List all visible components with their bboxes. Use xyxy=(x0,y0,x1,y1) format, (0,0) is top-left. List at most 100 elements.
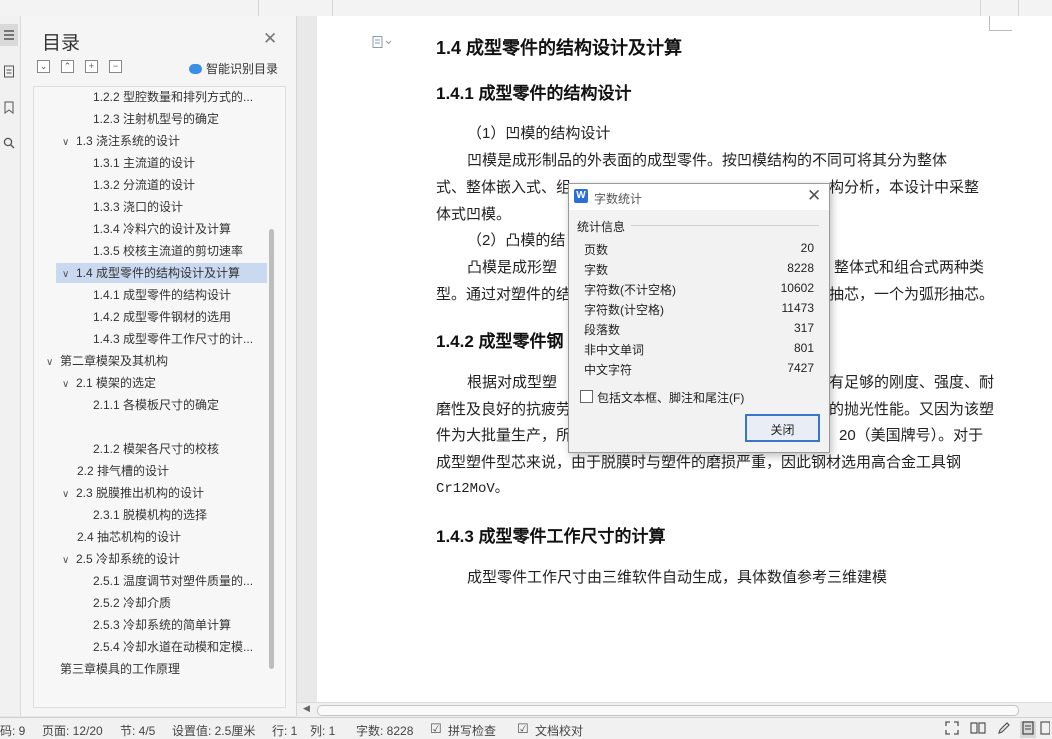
group-divider xyxy=(631,225,819,226)
smart-toc-button[interactable]: 智能识别目录 xyxy=(189,60,278,77)
include-textbox-label[interactable]: 包括文本框、脚注和尾注(F) xyxy=(597,389,744,406)
collapse-all-icon[interactable]: ⌄ xyxy=(37,60,50,73)
toc-item[interactable]: 2.5.2 冷却介质 xyxy=(93,593,263,613)
scroll-left-icon[interactable]: ◀ xyxy=(303,703,310,714)
bookmark-icon[interactable] xyxy=(0,96,18,118)
close-icon[interactable]: ✕ xyxy=(263,29,277,49)
paragraph: 20（美国牌号）。对于 xyxy=(839,427,984,444)
wps-writer-icon: W xyxy=(574,189,588,203)
stat-label: 字符数(不计空格) xyxy=(584,283,676,297)
word-count-dialog: W 字数统计 ✕ 统计信息 页数 20 字数 8228 字符数(不计空格) 10602… xyxy=(568,183,830,453)
paragraph: 整体式和组合式两种类 xyxy=(834,259,985,276)
toc-item[interactable]: ∨ 2.3 脱膜推出机构的设计 xyxy=(62,483,262,503)
chevron-down-icon[interactable]: ∨ xyxy=(62,485,76,503)
toc-item-label: 2.5 冷却系统的设计 xyxy=(76,552,181,566)
add-level-icon[interactable]: + xyxy=(85,60,98,73)
toc-item[interactable]: 1.4.3 成型零件工作尺寸的计... xyxy=(93,329,263,349)
toc-item[interactable]: 1.3.1 主流道的设计 xyxy=(93,153,263,173)
toc-panel: 目录 ✕ ⌄ ⌃ + − 智能识别目录 1.2.2 型腔数量和排列方式的... … xyxy=(21,16,297,716)
paragraph: 构分析，本设计中采整 xyxy=(829,179,980,196)
close-icon[interactable]: ✕ xyxy=(807,186,821,206)
paragraph: 有足够的刚度、强度、耐 xyxy=(829,374,995,391)
toc-item-label: 2.3 脱膜推出机构的设计 xyxy=(76,486,205,500)
toc-item[interactable]: 1.3.2 分流道的设计 xyxy=(93,175,263,195)
proofread-button[interactable]: 文档校对 xyxy=(535,722,583,739)
toc-item-label: 2.1 模架的选定 xyxy=(76,376,157,390)
status-code: 码: 9 xyxy=(0,724,26,738)
stat-value: 317 xyxy=(793,321,814,335)
heading-1-4-1: 1.4.1 成型零件的结构设计 xyxy=(436,84,632,103)
include-textbox-checkbox[interactable] xyxy=(580,390,593,403)
toc-item[interactable]: 2.3.1 脱模机构的选择 xyxy=(93,505,263,525)
page-icon[interactable] xyxy=(372,36,392,51)
stat-label: 非中文单词 xyxy=(584,343,645,357)
toc-item[interactable]: 2.1.2 模架各尺寸的校核 xyxy=(93,439,263,459)
document-icon[interactable] xyxy=(0,60,18,82)
toc-item[interactable]: ∨ 1.3 浇注系统的设计 xyxy=(62,131,262,151)
toc-item-label: 第三章模具的工作原理 xyxy=(60,662,181,676)
stat-label: 页数 xyxy=(584,243,609,257)
toolbar-divider xyxy=(332,0,333,16)
heading-1-4-3: 1.4.3 成型零件工作尺寸的计算 xyxy=(436,527,666,546)
status-bar: 码: 9 页面: 12/20 节: 4/5 设置值: 2.5厘米 行: 1 列:… xyxy=(0,717,1052,739)
toc-item[interactable]: 2.5.4 冷却水道在动模和定模... xyxy=(93,637,263,657)
status-setting[interactable]: 设置值: 2.5厘米 xyxy=(172,722,255,739)
toc-item[interactable]: 2.2 排气槽的设计 xyxy=(77,461,267,481)
toc-item-label: 1.2.3 注射机型号的确定 xyxy=(93,112,220,126)
page-view-icon[interactable] xyxy=(1020,721,1036,738)
toc-item[interactable]: 1.4.2 成型零件钢材的选用 xyxy=(93,307,263,327)
stat-row: 字符数(计空格) 11473 xyxy=(584,298,814,318)
toc-item-label: 2.4 抽芯机构的设计 xyxy=(77,530,182,544)
close-button[interactable]: 关闭 xyxy=(745,414,820,442)
toc-item[interactable]: 2.4 抽芯机构的设计 xyxy=(77,527,267,547)
toc-item[interactable]: ∨ 第二章模架及其机构 xyxy=(46,351,256,371)
toc-item[interactable]: 2.5.3 冷却系统的简单计算 xyxy=(93,615,263,635)
toc-item-label: 1.4.1 成型零件的结构设计 xyxy=(93,288,232,302)
toc-item-label: 1.3.4 冷料穴的设计及计算 xyxy=(93,222,232,236)
chevron-down-icon[interactable]: ∨ xyxy=(62,265,76,283)
status-page[interactable]: 页面: 12/20 xyxy=(42,722,103,739)
chevron-down-icon[interactable]: ∨ xyxy=(62,133,76,151)
toc-item[interactable]: 2.1.1 各模板尺寸的确定 xyxy=(93,395,263,415)
toc-item[interactable]: 1.4.1 成型零件的结构设计 xyxy=(93,285,263,305)
dialog-titlebar[interactable]: W 字数统计 ✕ xyxy=(569,184,829,210)
group-label: 统计信息 xyxy=(577,220,626,234)
toolbar-divider xyxy=(980,0,981,16)
chevron-down-icon[interactable]: ∨ xyxy=(62,375,76,393)
remove-level-icon[interactable]: − xyxy=(109,60,122,73)
paragraph: 型。通过对塑件的结 xyxy=(436,286,572,303)
stat-row: 字数 8228 xyxy=(584,258,814,278)
toc-item[interactable]: 1.2.3 注射机型号的确定 xyxy=(93,109,263,129)
smart-toc-icon xyxy=(189,63,202,74)
stat-label: 段落数 xyxy=(584,323,621,337)
expand-up-icon[interactable]: ⌃ xyxy=(61,60,74,73)
scrollbar-thumb[interactable] xyxy=(317,705,1019,716)
toc-item-label: 2.5.1 温度调节对塑件质量的... xyxy=(93,574,254,588)
horizontal-scrollbar[interactable]: ◀ xyxy=(297,702,1052,717)
toc-item[interactable]: 2.5.1 温度调节对塑件质量的... xyxy=(93,571,263,591)
paragraph: 磨性及良好的抗疲劳 xyxy=(436,401,572,418)
paragraph: 根据对成型塑 xyxy=(467,374,558,391)
chevron-down-icon[interactable]: ∨ xyxy=(62,551,76,569)
toc-item[interactable]: 第三章模具的工作原理 xyxy=(60,659,260,679)
paragraph: 体式凹模。 xyxy=(436,206,512,223)
toc-item[interactable]: 1.2.2 型腔数量和排列方式的... xyxy=(93,87,263,107)
fullscreen-icon[interactable] xyxy=(945,721,959,738)
toc-item[interactable]: ∨ 2.5 冷却系统的设计 xyxy=(62,549,262,569)
toc-item[interactable]: 1.3.3 浇口的设计 xyxy=(93,197,263,217)
list-icon[interactable] xyxy=(0,24,18,46)
heading-1-4-2: 1.4.2 成型零件钢 xyxy=(436,332,564,351)
spell-check-button[interactable]: 拼写检查 xyxy=(448,722,496,739)
toc-item[interactable]: 1.3.4 冷料穴的设计及计算 xyxy=(93,219,263,239)
chevron-down-icon[interactable]: ∨ xyxy=(46,353,60,371)
toc-item[interactable]: 1.3.5 校核主流道的剪切速率 xyxy=(93,241,263,261)
toc-item-selected[interactable]: ∨ 1.4 成型零件的结构设计及计算 xyxy=(56,263,267,283)
status-words[interactable]: 字数: 8228 xyxy=(356,722,413,739)
page-view-alt-icon[interactable] xyxy=(1040,721,1051,738)
toc-item[interactable]: ∨ 2.1 模架的选定 xyxy=(62,373,262,393)
pen-icon[interactable] xyxy=(997,721,1011,738)
toc-scrollbar[interactable] xyxy=(269,229,274,669)
status-col: 列: 1 xyxy=(310,724,336,738)
book-icon[interactable] xyxy=(970,721,986,738)
search-icon[interactable] xyxy=(0,132,18,154)
